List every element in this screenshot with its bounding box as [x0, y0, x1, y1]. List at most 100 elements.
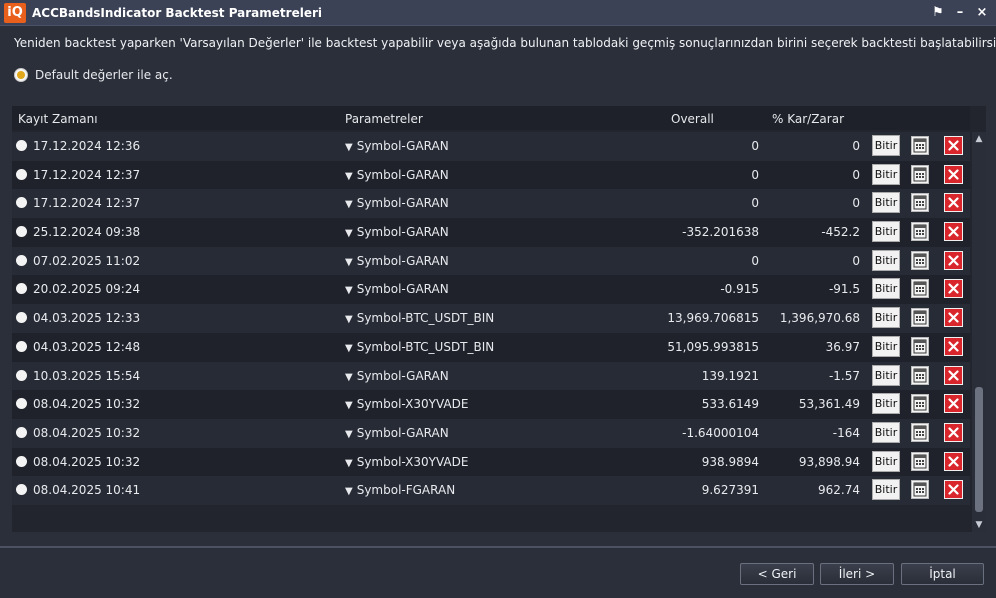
row-parameters[interactable]: ▼ Symbol-GARAN: [345, 196, 449, 210]
default-values-radio-option[interactable]: Default değerler ile aç.: [14, 68, 173, 82]
back-button[interactable]: < Geri: [740, 563, 814, 585]
table-row[interactable]: 08.04.2025 10:32 ▼ Symbol-X30YVADE 938.98…: [12, 447, 970, 477]
scroll-down-icon[interactable]: ▼: [972, 518, 986, 532]
bitir-button[interactable]: Bitir: [872, 450, 900, 472]
calendar-icon[interactable]: [911, 164, 929, 184]
bitir-button[interactable]: Bitir: [872, 249, 900, 271]
row-select-radio[interactable]: [16, 197, 27, 209]
scrollbar-thumb[interactable]: [975, 387, 983, 512]
table-row[interactable]: 17.12.2024 12:36 ▼ Symbol-GARAN 0 0 Bitir: [12, 132, 970, 161]
expand-triangle-icon[interactable]: ▼: [345, 400, 353, 411]
row-select-radio[interactable]: [16, 140, 27, 151]
delete-icon[interactable]: [944, 422, 963, 442]
expand-triangle-icon[interactable]: ▼: [345, 314, 353, 325]
table-row[interactable]: 04.03.2025 12:33 ▼ Symbol-BTC_USDT_BIN 13…: [12, 304, 970, 333]
delete-icon[interactable]: [944, 451, 963, 471]
close-button[interactable]: ×: [974, 3, 990, 21]
bitir-button[interactable]: Bitir: [872, 192, 900, 214]
column-header-kayit-zamani[interactable]: Kayıt Zamanı: [18, 112, 98, 126]
calendar-icon[interactable]: [911, 222, 929, 242]
delete-icon[interactable]: [944, 480, 963, 500]
row-parameters[interactable]: ▼ Symbol-BTC_USDT_BIN: [345, 311, 494, 325]
row-select-radio[interactable]: [16, 283, 27, 295]
table-row[interactable]: 08.04.2025 10:41 ▼ Symbol-FGARAN 9.627391…: [12, 476, 970, 505]
delete-icon[interactable]: [944, 193, 963, 213]
row-parameters[interactable]: ▼ Symbol-GARAN: [345, 254, 449, 268]
scroll-up-icon[interactable]: ▲: [972, 132, 986, 146]
column-header-parametreler[interactable]: Parametreler: [345, 112, 423, 126]
bitir-button[interactable]: Bitir: [872, 278, 900, 300]
row-select-radio[interactable]: [16, 168, 27, 180]
expand-triangle-icon[interactable]: ▼: [345, 429, 353, 440]
column-header-overall[interactable]: Overall: [671, 112, 714, 126]
bitir-button[interactable]: Bitir: [872, 135, 900, 156]
delete-icon[interactable]: [944, 136, 963, 155]
calendar-icon[interactable]: [911, 451, 929, 471]
row-parameters[interactable]: ▼ Symbol-X30YVADE: [345, 455, 468, 469]
delete-icon[interactable]: [944, 308, 963, 328]
bitir-button[interactable]: Bitir: [872, 335, 900, 357]
table-row[interactable]: 04.03.2025 12:48 ▼ Symbol-BTC_USDT_BIN 51…: [12, 332, 970, 362]
bitir-button[interactable]: Bitir: [872, 163, 900, 185]
bitir-button[interactable]: Bitir: [872, 421, 900, 443]
next-button[interactable]: İleri >: [820, 563, 894, 585]
row-parameters[interactable]: ▼ Symbol-GARAN: [345, 225, 449, 239]
row-parameters[interactable]: ▼ Symbol-GARAN: [345, 139, 449, 153]
table-row[interactable]: 07.02.2025 11:02 ▼ Symbol-GARAN 0 0 Bitir: [12, 246, 970, 276]
row-select-radio[interactable]: [16, 340, 27, 352]
calendar-icon[interactable]: [911, 308, 929, 328]
row-parameters[interactable]: ▼ Symbol-FGARAN: [345, 483, 455, 497]
table-row[interactable]: 20.02.2025 09:24 ▼ Symbol-GARAN -0.915 -9…: [12, 275, 970, 305]
row-parameters[interactable]: ▼ Symbol-GARAN: [345, 168, 449, 182]
calendar-icon[interactable]: [911, 480, 929, 500]
vertical-scrollbar[interactable]: ▲ ▼: [972, 132, 986, 532]
calendar-icon[interactable]: [911, 279, 929, 299]
row-select-radio[interactable]: [16, 455, 27, 467]
delete-icon[interactable]: [944, 164, 963, 184]
row-select-radio[interactable]: [16, 484, 27, 496]
default-values-radio[interactable]: [14, 68, 28, 82]
calendar-icon[interactable]: [911, 394, 929, 414]
row-parameters[interactable]: ▼ Symbol-GARAN: [345, 282, 449, 296]
expand-triangle-icon[interactable]: ▼: [345, 285, 353, 296]
calendar-icon[interactable]: [911, 336, 929, 356]
row-select-radio[interactable]: [16, 254, 27, 266]
delete-icon[interactable]: [944, 279, 963, 299]
row-parameters[interactable]: ▼ Symbol-GARAN: [345, 426, 449, 440]
expand-triangle-icon[interactable]: ▼: [345, 372, 353, 383]
bitir-button[interactable]: Bitir: [872, 364, 900, 386]
table-row[interactable]: 25.12.2024 09:38 ▼ Symbol-GARAN -352.2016…: [12, 218, 970, 247]
row-select-radio[interactable]: [16, 312, 27, 324]
cancel-button[interactable]: İptal: [901, 563, 984, 585]
calendar-icon[interactable]: [911, 365, 929, 385]
bitir-button[interactable]: Bitir: [872, 479, 900, 501]
table-row[interactable]: 08.04.2025 10:32 ▼ Symbol-GARAN -1.640001…: [12, 418, 970, 448]
calendar-icon[interactable]: [911, 193, 929, 213]
row-select-radio[interactable]: [16, 426, 27, 438]
expand-triangle-icon[interactable]: ▼: [345, 343, 353, 354]
table-row[interactable]: 10.03.2025 15:54 ▼ Symbol-GARAN 139.1921 …: [12, 361, 970, 391]
calendar-icon[interactable]: [911, 422, 929, 442]
calendar-icon[interactable]: [911, 250, 929, 270]
table-row[interactable]: 17.12.2024 12:37 ▼ Symbol-GARAN 0 0 Bitir: [12, 160, 970, 190]
row-select-radio[interactable]: [16, 369, 27, 381]
table-row[interactable]: 17.12.2024 12:37 ▼ Symbol-GARAN 0 0 Bitir: [12, 189, 970, 219]
pin-icon[interactable]: ⚑: [930, 3, 946, 21]
bitir-button[interactable]: Bitir: [872, 221, 900, 243]
expand-triangle-icon[interactable]: ▼: [345, 486, 353, 497]
expand-triangle-icon[interactable]: ▼: [345, 228, 353, 239]
delete-icon[interactable]: [944, 250, 963, 270]
row-parameters[interactable]: ▼ Symbol-GARAN: [345, 369, 449, 383]
delete-icon[interactable]: [944, 394, 963, 414]
row-parameters[interactable]: ▼ Symbol-BTC_USDT_BIN: [345, 340, 494, 354]
expand-triangle-icon[interactable]: ▼: [345, 257, 353, 268]
expand-triangle-icon[interactable]: ▼: [345, 458, 353, 469]
delete-icon[interactable]: [944, 365, 963, 385]
expand-triangle-icon[interactable]: ▼: [345, 171, 353, 182]
row-select-radio[interactable]: [16, 226, 27, 238]
calendar-icon[interactable]: [911, 136, 929, 155]
table-row[interactable]: 08.04.2025 10:32 ▼ Symbol-X30YVADE 533.61…: [12, 390, 970, 419]
column-header-kar-zarar[interactable]: % Kar/Zarar: [772, 112, 844, 126]
bitir-button[interactable]: Bitir: [872, 393, 900, 415]
bitir-button[interactable]: Bitir: [872, 307, 900, 329]
